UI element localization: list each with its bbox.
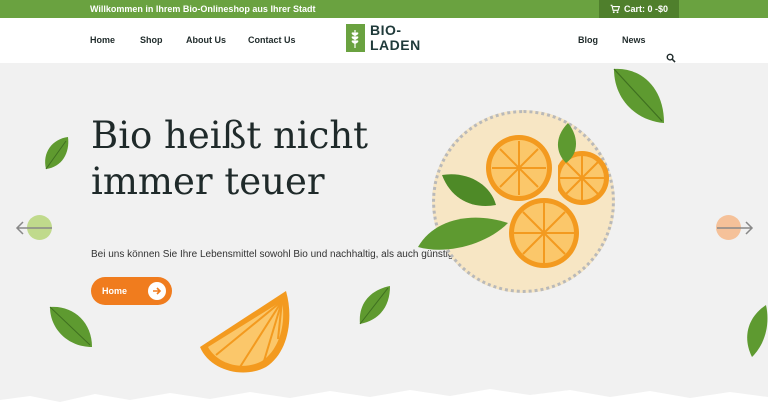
leaf-icon: [49, 306, 92, 347]
home-button-label: Home: [102, 286, 128, 296]
nav-shop[interactable]: Shop: [140, 35, 163, 45]
nav-blog[interactable]: Blog: [578, 35, 598, 45]
leaf-icon: [613, 68, 664, 123]
arrow-right-icon: [148, 282, 166, 300]
logo-line-2: LADEN: [370, 37, 421, 53]
nav-contact[interactable]: Contact Us: [248, 35, 296, 45]
orange-wedge-icon: [200, 291, 290, 373]
top-bar: Willkommen in Ihrem Bio-Onlineshop aus I…: [0, 0, 768, 18]
cart-icon: [610, 4, 620, 14]
search-icon[interactable]: [666, 53, 676, 63]
arrow-right-icon[interactable]: [715, 215, 755, 241]
logo-line-1: BIO-: [370, 22, 402, 38]
hero-section: Bio heißt nicht immer teuer Bei uns könn…: [0, 63, 768, 418]
torn-paper-edge: [0, 389, 768, 418]
nav-news[interactable]: News: [622, 35, 646, 45]
orange-slice-icon: [509, 198, 579, 268]
leaf-icon: [359, 286, 390, 325]
leaf-icon: [45, 137, 69, 170]
cart-label: Cart: 0 -$0: [623, 4, 668, 14]
welcome-text: Willkommen in Ihrem Bio-Onlineshop aus I…: [90, 4, 316, 14]
nav-home[interactable]: Home: [90, 35, 115, 45]
home-button[interactable]: Home: [91, 277, 172, 305]
leaf-icon: [418, 174, 508, 250]
leaf-logo-icon: [346, 24, 365, 52]
nav-about[interactable]: About Us: [186, 35, 226, 45]
arrow-left-icon[interactable]: [14, 215, 54, 241]
hero-headline: Bio heißt nicht immer teuer: [91, 114, 369, 203]
site-logo[interactable]: BIO- LADEN: [346, 23, 421, 53]
logo-text: BIO- LADEN: [370, 23, 421, 53]
leaf-icon: [557, 123, 576, 163]
leaf-icon: [747, 305, 768, 357]
cart-button[interactable]: Cart: 0 -$0: [599, 0, 679, 18]
